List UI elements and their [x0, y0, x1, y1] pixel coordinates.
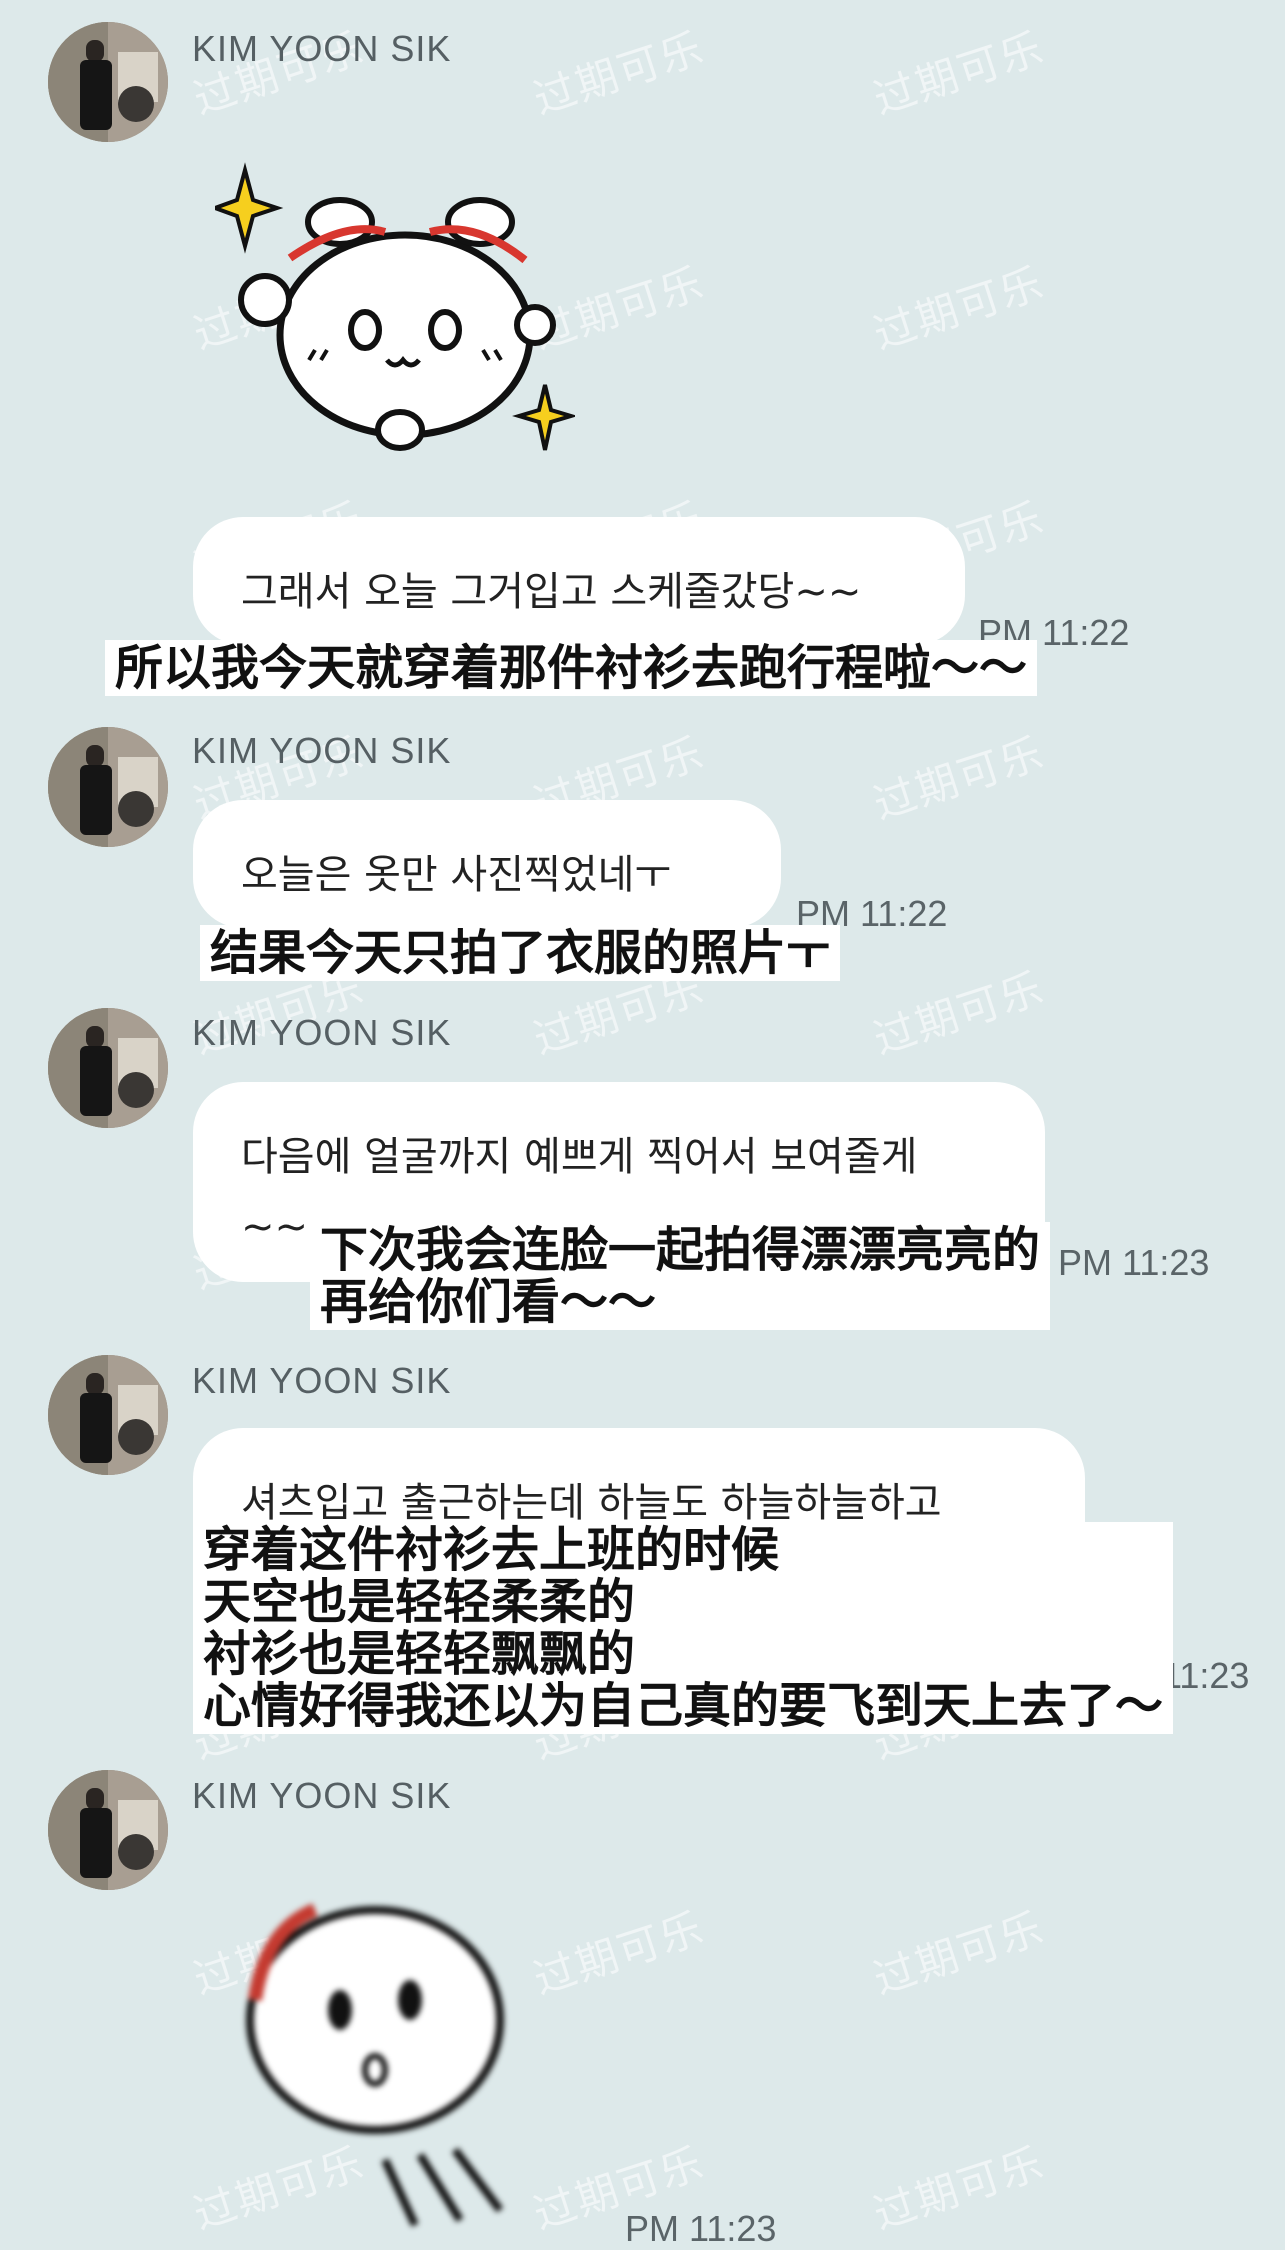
sender-name: KIM YOON SIK	[192, 1012, 452, 1053]
avatar[interactable]	[48, 727, 168, 847]
watermark: 过期可乐	[867, 727, 1051, 829]
sender-name: KIM YOON SIK	[192, 1360, 452, 1401]
translation-line: 下次我会连脸一起拍得漂漂亮亮的	[320, 1222, 1041, 1278]
translation-line: 天空也是轻轻柔柔的	[203, 1574, 636, 1630]
watermark: 过期可乐	[867, 1902, 1051, 2004]
message-time: PM 11:23	[1058, 1242, 1210, 1283]
message-text: 그래서 오늘 그거입고 스케줄갔당~~	[241, 569, 862, 615]
translation-caption: 所以我今天就穿着那件衬衫去跑行程啦～～	[105, 640, 1038, 696]
message-bubble[interactable]: 오늘은 옷만 사진찍었네ㅜ	[193, 800, 781, 928]
message-time: PM 11:23	[625, 2208, 777, 2249]
avatar[interactable]	[48, 1770, 168, 1890]
message-text: 오늘은 옷만 사진찍었네ㅜ	[241, 852, 672, 898]
translation-line: 再给你们看～～	[320, 1274, 657, 1330]
translation-caption: 穿着这件衬衫去上班的时候 天空也是轻轻柔柔的 衬衫也是轻轻飘飘的 心情好得我还以…	[193, 1522, 1174, 1734]
watermark: 过期可乐	[527, 22, 711, 124]
watermark: 过期可乐	[867, 22, 1051, 124]
sender-name: KIM YOON SIK	[192, 730, 452, 771]
translation-line: 穿着这件衬衫去上班的时候	[203, 1522, 780, 1578]
translation-line: 心情好得我还以为自己真的要飞到天上去了～	[203, 1678, 1164, 1734]
watermark: 过期可乐	[867, 257, 1051, 359]
avatar[interactable]	[48, 1008, 168, 1128]
translation-line: 衬衫也是轻轻飘飘的	[203, 1626, 636, 1682]
message-text: 셔츠입고 출근하는데 하늘도 하늘하늘하고	[241, 1480, 942, 1526]
message-text-line1: 다음에 얼굴까지 예쁘게 찍어서 보여줄게	[241, 1134, 918, 1180]
sender-name: KIM YOON SIK	[192, 1775, 452, 1816]
watermark: 过期可乐	[867, 2137, 1051, 2239]
translation-caption: 结果今天只拍了衣服的照片ㅜ	[200, 925, 841, 981]
avatar[interactable]	[48, 22, 168, 142]
translation-caption: 下次我会连脸一起拍得漂漂亮亮的 再给你们看～～	[310, 1222, 1051, 1330]
avatar[interactable]	[48, 1355, 168, 1475]
message-text-line2: ~~	[241, 1204, 309, 1250]
sender-name: KIM YOON SIK	[192, 28, 452, 69]
happy-bunny-sticker[interactable]	[209, 160, 578, 460]
watermark: 过期可乐	[867, 962, 1051, 1064]
flying-bunny-sticker[interactable]	[225, 1870, 555, 2236]
message-bubble[interactable]: 그래서 오늘 그거입고 스케줄갔당~~	[193, 517, 965, 645]
